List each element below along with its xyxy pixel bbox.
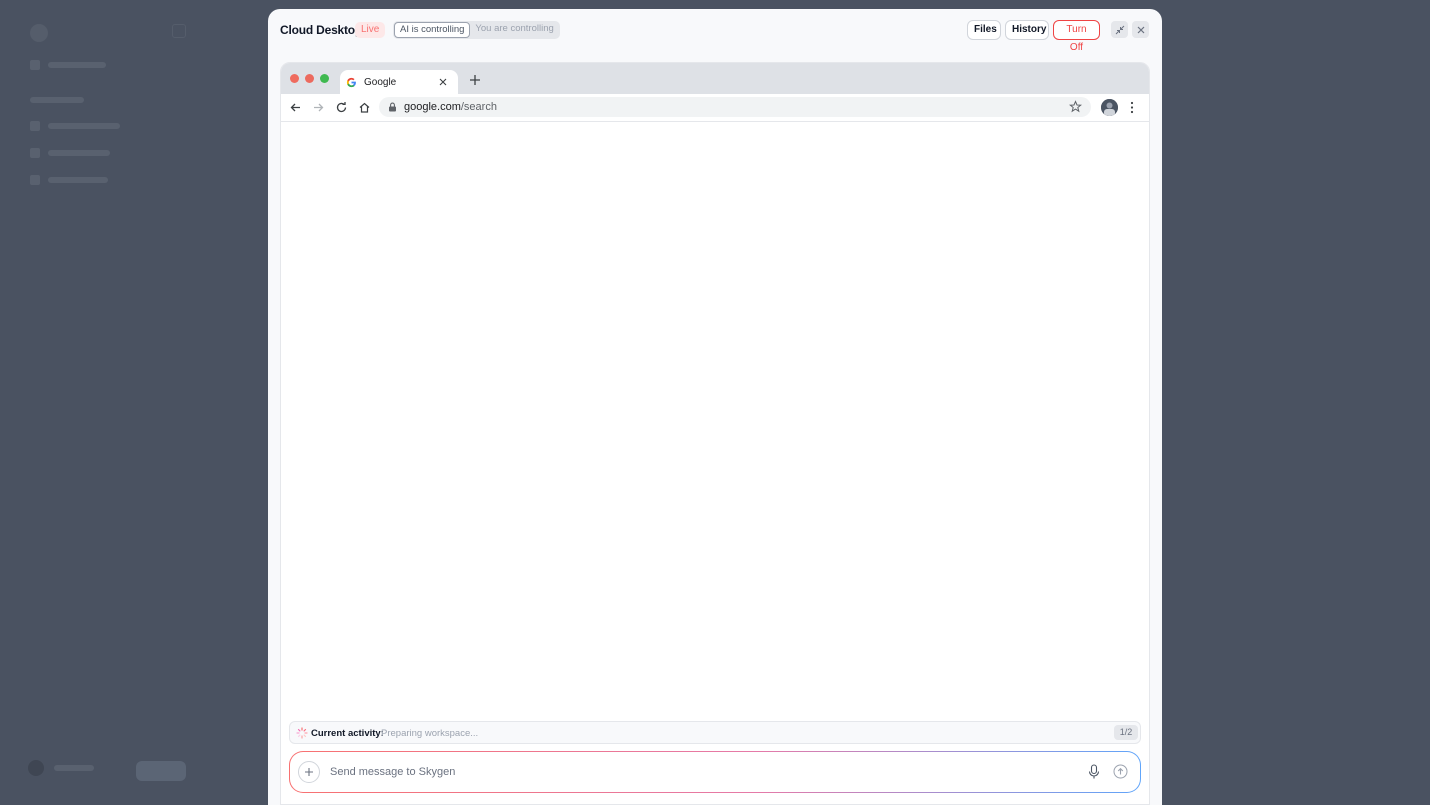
activity-step-counter[interactable]: 1/2	[1114, 725, 1138, 740]
home-icon[interactable]	[358, 101, 371, 114]
activity-label: Current activity:	[311, 728, 384, 739]
plus-icon	[305, 768, 313, 776]
window-close-dot[interactable]	[290, 74, 299, 83]
window-minimize-dot[interactable]	[305, 74, 314, 83]
profile-avatar[interactable]	[1101, 99, 1118, 116]
cloud-desktop-modal: Cloud Desktop Live AI is controlling You…	[268, 9, 1162, 805]
close-button[interactable]	[1132, 21, 1149, 38]
modal-header: Cloud Desktop Live AI is controlling You…	[268, 9, 1162, 53]
background-collapse-icon	[172, 24, 186, 38]
window-maximize-dot[interactable]	[320, 74, 329, 83]
loading-spinner-icon	[296, 727, 308, 739]
add-attachment-button[interactable]	[298, 761, 320, 783]
current-activity-bar: Current activity: Preparing workspace...…	[289, 721, 1141, 744]
microphone-icon[interactable]	[1087, 764, 1101, 780]
background-sidebar	[0, 0, 260, 805]
background-logo	[30, 24, 48, 42]
activity-status: Preparing workspace...	[381, 728, 479, 739]
forward-arrow-icon[interactable]	[312, 101, 325, 114]
control-toggle: AI is controlling You are controlling	[393, 21, 560, 39]
background-nav-item	[30, 93, 84, 107]
background-nav-item	[30, 173, 108, 187]
background-avatar	[28, 760, 44, 776]
history-button[interactable]: History	[1005, 20, 1049, 40]
background-user-name	[54, 765, 94, 771]
send-arrow-icon[interactable]	[1113, 764, 1128, 779]
bookmark-star-icon[interactable]	[1069, 100, 1082, 113]
tab-strip: Google	[281, 63, 1149, 95]
google-g-icon	[346, 77, 356, 88]
address-url: google.com/search	[404, 101, 497, 113]
url-domain: google.com	[404, 101, 461, 113]
background-nav-item	[30, 58, 106, 72]
close-icon	[1137, 26, 1144, 33]
address-bar[interactable]: google.com/search	[379, 97, 1091, 117]
more-menu-icon[interactable]	[1130, 101, 1134, 114]
back-arrow-icon[interactable]	[289, 101, 302, 114]
background-nav-item	[30, 119, 120, 133]
browser-toolbar: google.com/search	[281, 94, 1149, 122]
message-composer	[289, 751, 1141, 793]
modal-title: Cloud Desktop	[280, 23, 363, 37]
tab-close-icon[interactable]	[438, 77, 448, 87]
profile-photo-icon	[1101, 99, 1118, 116]
files-button[interactable]: Files	[967, 20, 1001, 40]
browser-viewport[interactable]	[281, 122, 1149, 804]
collapse-icon	[1115, 25, 1124, 34]
reload-icon[interactable]	[335, 101, 348, 114]
collapse-button[interactable]	[1111, 21, 1128, 38]
ai-controlling-option[interactable]: AI is controlling	[394, 22, 471, 38]
tab-title: Google	[364, 77, 397, 88]
turn-off-button[interactable]: Turn Off	[1053, 20, 1100, 53]
background-nav-item	[30, 146, 110, 160]
browser-tab[interactable]: Google	[340, 70, 458, 95]
new-tab-icon[interactable]	[469, 74, 481, 86]
user-controlling-option[interactable]: You are controlling	[470, 22, 558, 38]
message-input[interactable]	[330, 763, 1030, 781]
url-path: /search	[460, 101, 497, 113]
lock-icon	[389, 102, 396, 112]
background-user-button	[136, 761, 186, 781]
remote-browser-window: Google google.com/search	[280, 62, 1150, 805]
live-badge: Live	[355, 22, 386, 38]
